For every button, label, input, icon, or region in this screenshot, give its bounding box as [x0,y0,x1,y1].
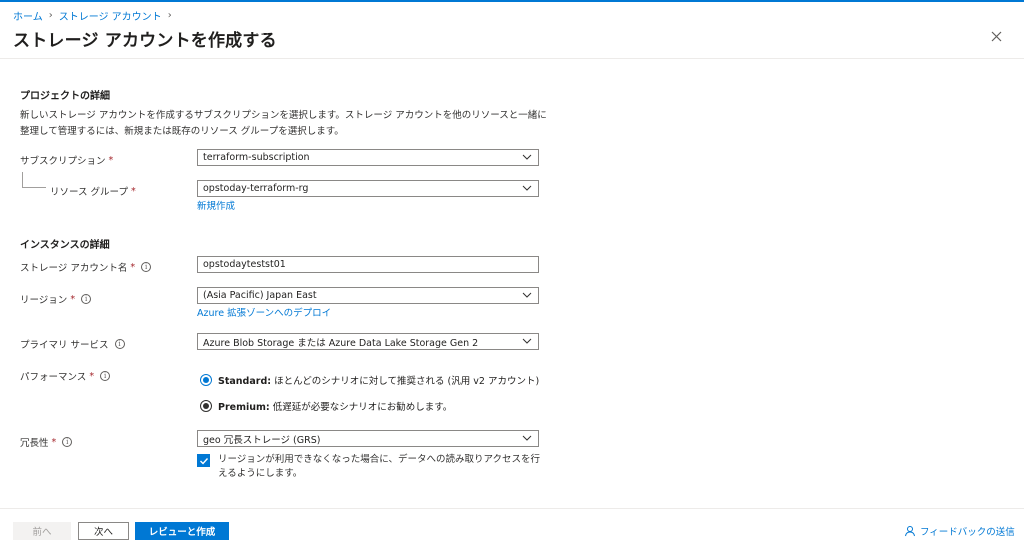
chevron-down-icon [522,154,532,160]
primary-service-label: プライマリ サービス i [20,337,125,351]
required-mark: * [51,436,57,448]
instance-details-heading: インスタンスの詳細 [20,240,110,251]
review-create-button[interactable]: レビューと作成 [135,522,229,540]
performance-premium-radio[interactable]: Premium: 低遅延が必要なシナリオにお勧めします。 [200,399,452,413]
info-icon[interactable]: i [81,294,92,304]
more-options-button[interactable]: ··· [255,28,270,43]
redundancy-select[interactable]: geo 冗長ストレージ (GRS) [197,430,539,447]
chevron-right-icon: › [48,10,53,21]
read-access-checkbox[interactable] [197,454,210,467]
chevron-down-icon [522,338,532,344]
required-mark: * [108,154,114,166]
resource-group-label: リソース グループ * [50,185,136,199]
tree-connector [22,172,46,188]
info-icon[interactable]: i [100,371,111,381]
subscription-label: サブスクリプション * [20,154,114,168]
required-mark: * [70,293,76,305]
next-button[interactable]: 次へ [78,522,129,540]
radio-selected-icon[interactable] [200,374,212,386]
storage-account-name-label: ストレージ アカウント名 * i [20,260,152,274]
breadcrumb-home-link[interactable]: ホーム [13,8,43,23]
storage-account-name-input[interactable]: opstodaytestst01 [197,256,539,273]
scrolled-text-remnant [20,63,260,69]
feedback-icon [905,526,915,537]
chevron-down-icon [522,435,532,441]
project-details-description: 新しいストレージ アカウントを作成するサブスクリプションを選択します。ストレージ… [20,110,547,137]
radio-selected-icon[interactable] [200,400,212,412]
chevron-right-icon: › [167,10,172,21]
chevron-down-icon [522,292,532,298]
breadcrumb-storage-account-link[interactable]: ストレージ アカウント [59,8,162,23]
footer-divider [0,508,1024,509]
header-divider [0,58,1024,59]
info-icon[interactable]: i [62,437,73,447]
primary-service-select[interactable]: Azure Blob Storage または Azure Data Lake S… [197,333,539,350]
edge-zone-deploy-link[interactable]: Azure 拡張ゾーンへのデプロイ [197,305,331,319]
info-icon[interactable]: i [114,339,125,349]
previous-button[interactable]: 前へ [13,522,71,540]
feedback-link[interactable]: フィードバックの送信 [904,524,1015,538]
performance-label: パフォーマンス * i [20,369,111,383]
info-icon[interactable]: i [141,262,152,272]
project-details-heading: プロジェクトの詳細 [20,91,110,102]
read-access-checkbox-row[interactable]: リージョンが利用できなくなった場合に、データへの読み取りアクセスを行えるようにし… [197,453,547,481]
read-access-text: リージョンが利用できなくなった場合に、データへの読み取りアクセスを行えるようにし… [218,454,541,479]
required-mark: * [89,370,95,382]
checkmark-icon [200,458,209,465]
top-accent-bar [0,0,1024,2]
page-title: ストレージ アカウントを作成する [13,31,277,51]
required-mark: * [130,185,136,197]
breadcrumb: ホーム › ストレージ アカウント › [13,8,172,23]
region-label: リージョン * i [20,292,92,306]
subscription-select[interactable]: terraform-subscription [197,149,539,166]
performance-standard-radio[interactable]: Standard: ほとんどのシナリオに対して推奨される (汎用 v2 アカウン… [200,373,539,387]
required-mark: * [130,261,136,273]
redundancy-label: 冗長性 * i [20,435,73,449]
resource-group-select[interactable]: opstoday-terraform-rg [197,180,539,197]
create-new-resource-group-link[interactable]: 新規作成 [197,198,235,212]
region-select[interactable]: (Asia Pacific) Japan East [197,287,539,304]
chevron-down-icon [522,185,532,191]
close-icon[interactable] [988,28,1006,46]
